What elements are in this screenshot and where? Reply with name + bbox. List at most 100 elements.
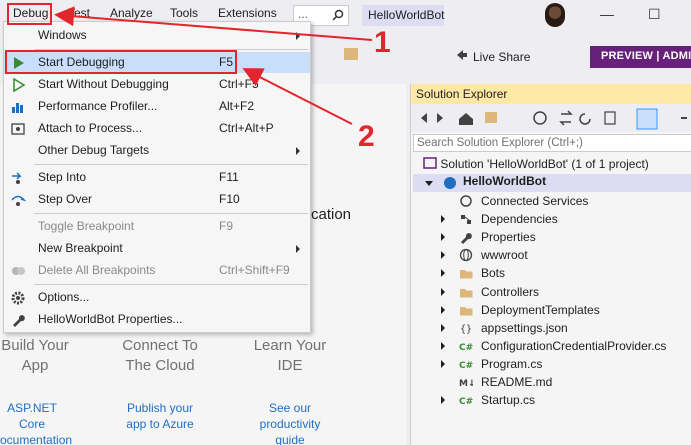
tree-item-label: wwwroot (481, 248, 528, 263)
sync-icon[interactable] (559, 110, 573, 126)
expand-arrow-icon[interactable] (441, 305, 445, 314)
menu-item-label: Step Over (38, 192, 93, 206)
link-line: Publish your (126, 401, 194, 415)
csharp-file-icon: C# (459, 361, 473, 371)
menu-extensions[interactable]: Extensions (218, 6, 277, 20)
menu-analyze[interactable]: Analyze (110, 6, 153, 20)
menu-item-step-over[interactable]: Step Over F10 (4, 189, 310, 210)
menu-item-start-without-debugging[interactable]: Start Without Debugging Ctrl+F5 (4, 74, 310, 95)
learn-your-ide-title[interactable]: Learn Your IDE (240, 336, 340, 376)
back-icon[interactable] (421, 113, 427, 123)
menu-item-shortcut: F9 (219, 219, 234, 233)
solution-label: Solution 'HelloWorldBot' (1 of 1 project… (440, 157, 649, 171)
solution-icon (423, 157, 437, 169)
menu-item-step-into[interactable]: Step Into F11 (4, 167, 310, 188)
svg-text:{}: {} (460, 324, 472, 335)
menu-item-options[interactable]: Options... (4, 287, 310, 308)
menu-item-shortcut: F11 (219, 170, 239, 184)
solution-search-input[interactable]: Search Solution Explorer (Ctrl+;) (413, 134, 691, 152)
step-1-label: 1 (374, 26, 391, 59)
project-node[interactable]: HelloWorldBot (413, 174, 691, 192)
web-project-icon (444, 177, 456, 189)
markdown-file-icon: M↓ (459, 379, 473, 389)
connected-services-icon (460, 195, 472, 207)
link-line: guide (275, 433, 305, 445)
link-line: See our (268, 401, 312, 415)
menu-item-label: Performance Profiler... (38, 99, 158, 113)
link-line: ASP.NET (7, 401, 57, 415)
menu-item-label: Attach to Process... (38, 121, 143, 135)
menu-item-attach-to-process[interactable]: Attach to Process... Ctrl+Alt+P (4, 118, 310, 139)
menu-test[interactable]: Test (68, 6, 90, 20)
live-share-button[interactable]: Live Share (455, 50, 530, 64)
connect-to-cloud-title[interactable]: Connect To The Cloud (110, 336, 210, 376)
link-line: Core (18, 417, 45, 431)
expand-arrow-icon[interactable] (441, 341, 445, 350)
menu-item-label: HelloWorldBot Properties... (38, 312, 183, 326)
gear-icon (11, 291, 25, 305)
expand-arrow-icon[interactable] (441, 269, 445, 278)
expand-arrow-icon[interactable] (425, 181, 433, 186)
expand-arrow-icon[interactable] (441, 359, 445, 368)
menu-item-project-properties[interactable]: HelloWorldBot Properties... (4, 309, 310, 330)
debug-menu-highlight (7, 3, 52, 25)
step-over-icon (11, 195, 26, 206)
aspnet-docs-link[interactable]: ASP.NET Core ocumentation (0, 400, 72, 445)
wrench-icon (13, 315, 25, 327)
menu-item-windows[interactable]: Windows (4, 25, 310, 46)
menu-item-label: Other Debug Targets (38, 143, 150, 157)
show-all-files-icon[interactable] (636, 108, 658, 130)
title-line: Connect To (122, 337, 198, 354)
maximize-button[interactable]: ☐ (648, 6, 661, 23)
menu-item-other-debug-targets[interactable]: Other Debug Targets (4, 140, 310, 161)
menu-item-label: Toggle Breakpoint (38, 219, 135, 233)
title-line: App (21, 357, 49, 374)
link-line: app to Azure (126, 417, 194, 431)
tree-item-label: Startup.cs (481, 393, 536, 408)
menu-item-performance-profiler[interactable]: Performance Profiler... Alt+F2 (4, 96, 310, 117)
title-line: Build Your (1, 337, 69, 354)
se-toolbar-icons[interactable] (411, 104, 691, 132)
solution-node[interactable]: Solution 'HelloWorldBot' (1 of 1 project… (423, 156, 649, 174)
menu-item-shortcut: Alt+F2 (219, 99, 255, 113)
tree-item-label: README.md (481, 375, 553, 389)
switch-views-icon[interactable] (485, 112, 497, 123)
home-icon[interactable] (459, 113, 473, 125)
delete-breakpoints-icon (12, 267, 25, 275)
expand-arrow-icon[interactable] (441, 396, 445, 405)
start-debugging-highlight (5, 50, 237, 74)
csharp-file-icon: C# (459, 397, 473, 407)
preview-badge[interactable]: PREVIEW | ADMI (590, 46, 691, 68)
json-file-icon: {} (460, 324, 472, 335)
svg-text:M↓: M↓ (459, 379, 473, 389)
pending-changes-icon[interactable] (533, 111, 547, 125)
menu-item-label: Start Without Debugging (38, 77, 169, 91)
build-your-app-title[interactable]: Build Your App (0, 336, 70, 376)
folder-icon (460, 306, 473, 316)
expand-arrow-icon[interactable] (441, 287, 445, 296)
menu-item-shortcut: F10 (219, 192, 240, 206)
submenu-arrow-icon (296, 147, 300, 155)
svg-text:C#: C# (459, 361, 473, 371)
collapse-all-icon[interactable] (604, 111, 616, 125)
menu-tools[interactable]: Tools (170, 6, 198, 20)
separator (34, 284, 308, 285)
menu-item-label: Options... (38, 290, 90, 304)
avatar[interactable] (545, 3, 565, 27)
expand-arrow-icon[interactable] (441, 251, 445, 260)
menu-item-label: New Breakpoint (38, 241, 123, 255)
productivity-guide-link[interactable]: See our productivity guide (240, 400, 340, 445)
menu-item-new-breakpoint[interactable]: New Breakpoint (4, 238, 310, 259)
refresh-icon[interactable] (579, 113, 591, 125)
tree-item-label: Connected Services (481, 194, 589, 208)
separator (34, 213, 308, 214)
publish-azure-link[interactable]: Publish your app to Azure (110, 400, 210, 432)
menu-item-shortcut: Ctrl+Shift+F9 (219, 263, 290, 277)
search-icon (332, 9, 344, 21)
forward-icon[interactable] (437, 113, 443, 123)
expand-arrow-icon[interactable] (441, 215, 445, 224)
expand-arrow-icon[interactable] (441, 233, 445, 242)
tree-item-label: ConfigurationCredentialProvider.cs (481, 338, 667, 353)
minimize-button[interactable]: — (600, 6, 614, 22)
expand-arrow-icon[interactable] (441, 323, 445, 332)
